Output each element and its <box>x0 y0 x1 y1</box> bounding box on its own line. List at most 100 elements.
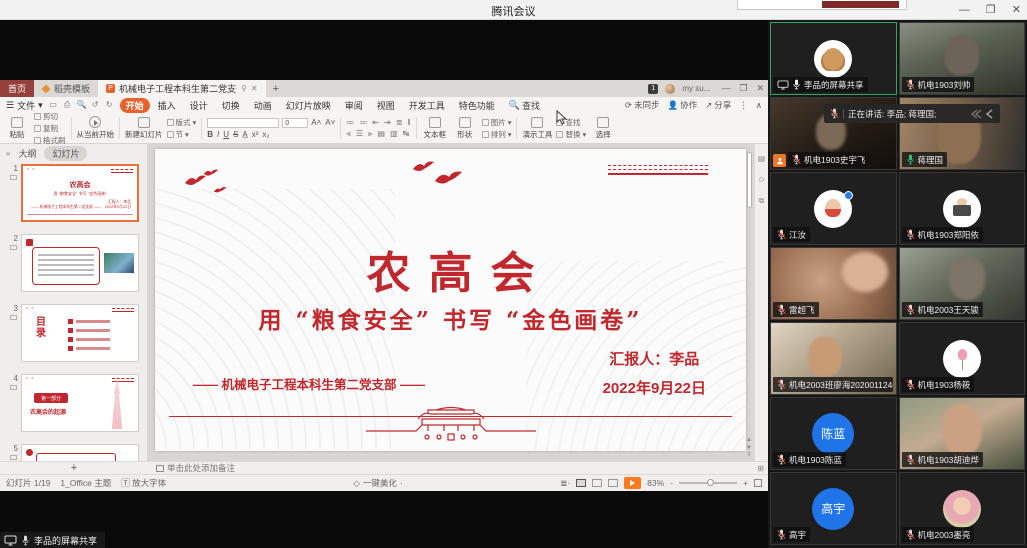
bold-button[interactable]: B <box>207 130 213 139</box>
menu-tab[interactable]: 视图 <box>371 98 401 113</box>
slide-title[interactable]: 农高会 <box>155 237 746 301</box>
participant-tile[interactable]: 机电1903杨筱 <box>898 322 1025 395</box>
add-slide-button[interactable]: + <box>0 462 148 474</box>
align-right-icon[interactable]: ⫸ <box>368 129 373 139</box>
present-tools-button[interactable]: 演示工具 <box>522 114 552 142</box>
collapse-panel-icon[interactable]: « <box>6 149 10 158</box>
superscript-icon[interactable]: x² <box>252 130 259 139</box>
properties-icon[interactable]: ▤ <box>758 154 766 163</box>
new-slide-button[interactable]: 新建幻灯片 <box>125 114 163 142</box>
theme-name[interactable]: 1_Office 主题 <box>60 477 111 489</box>
slide-subtitle[interactable]: 用 “粮食安全” 书写 “金色画卷” <box>155 301 746 335</box>
back-arrow-icon[interactable] <box>984 108 994 119</box>
participant-tile[interactable]: 机电1903刘帅 <box>898 22 1025 95</box>
share-button[interactable]: ↗ 分享 <box>705 99 731 111</box>
arrange-button[interactable]: 排列 ▾ <box>481 129 511 140</box>
zoom-percent[interactable]: 83% <box>647 478 664 488</box>
wps-minimize-button[interactable]: — <box>721 83 730 94</box>
indent-less-icon[interactable]: ⇤ <box>372 118 379 127</box>
italic-button[interactable]: I <box>217 130 219 139</box>
align-center-icon[interactable]: ☰ <box>356 129 363 138</box>
tab-document[interactable]: P 机械电子工程本科生第二党支部 ⚲ ✕ <box>98 80 266 97</box>
notes-toggle-icon[interactable]: ≣· <box>560 478 570 489</box>
section-button[interactable]: 节 ▾ <box>166 129 197 140</box>
text-box-button[interactable]: 文本框 <box>422 114 448 142</box>
copy-button[interactable]: 复制 <box>34 123 66 134</box>
select-button[interactable]: 选择 <box>590 114 616 142</box>
preview-icon[interactable]: 🔍 <box>77 100 87 110</box>
slides-tab[interactable]: 幻灯片 <box>44 145 88 161</box>
number-list-icon[interactable]: ≕ <box>359 118 367 127</box>
redo-icon[interactable]: ↻ <box>105 100 114 110</box>
switch-arrow-icon[interactable] <box>970 108 982 119</box>
font-name-combo[interactable] <box>207 117 280 128</box>
line-spacing-icon[interactable]: ≣ <box>396 118 403 127</box>
animation-pane-icon[interactable]: ✩ <box>758 175 765 184</box>
find-menu[interactable]: 🔍 查找 <box>509 99 540 112</box>
layout-button[interactable]: 版式 ▾ <box>166 117 196 128</box>
menu-tab[interactable]: 幻灯片放映 <box>280 98 337 113</box>
sync-status[interactable]: ⟳ 未同步 <box>625 99 660 111</box>
close-button[interactable]: ✕ <box>1012 0 1021 20</box>
decrease-font-icon[interactable]: A˅ <box>325 118 335 127</box>
slide-thumbnail[interactable] <box>21 234 139 292</box>
slide-thumbnail[interactable] <box>21 444 139 461</box>
slide-organization[interactable]: —— 机械电子工程本科生第二党支部 —— <box>193 374 425 393</box>
undo-icon[interactable]: ↺ <box>91 100 100 110</box>
participant-tile[interactable]: 江汝 <box>770 172 897 245</box>
menu-tab[interactable]: 插入 <box>152 98 182 113</box>
menu-tab[interactable]: 设计 <box>184 98 214 113</box>
participant-tile[interactable]: 机电2003班廖海2020011246 <box>770 322 897 395</box>
fit-slide-icon[interactable] <box>754 479 762 487</box>
participant-tile[interactable]: 机电1903郑阳依 <box>898 172 1025 245</box>
maximize-button[interactable]: ❐ <box>986 0 996 20</box>
distribute-icon[interactable]: ▥ <box>390 129 398 138</box>
wps-user-avatar[interactable] <box>665 83 676 94</box>
participant-tile[interactable]: 陈蓝 机电1903陈蓝 <box>770 397 897 470</box>
menu-tab[interactable]: 审阅 <box>339 98 369 113</box>
participant-tile[interactable]: 李品的屏幕共享 <box>770 22 897 95</box>
participant-tile[interactable]: 高宇 高宇 <box>770 472 897 545</box>
bullet-list-icon[interactable]: ≔ <box>346 118 354 127</box>
strikethrough-button[interactable]: S <box>233 130 238 139</box>
canvas-scrollbar-thumb[interactable] <box>747 152 752 208</box>
canvas-nav-arrows[interactable]: ▲ ▼ ⇕ <box>746 437 752 459</box>
reading-view-icon[interactable] <box>608 479 619 487</box>
menu-tab[interactable]: 切换 <box>216 98 246 113</box>
tab-home[interactable]: 首页 <box>0 80 35 97</box>
participant-tile[interactable]: 机电2003墨亮 <box>898 472 1025 545</box>
tab-close-icon[interactable]: ✕ <box>251 84 258 93</box>
slide-thumbnail[interactable]: ⌃⌃ 目录 <box>21 304 139 362</box>
paste-button[interactable]: 粘贴 <box>4 114 30 142</box>
slideshow-play-button[interactable] <box>624 477 642 489</box>
collaborate-button[interactable]: 👤 协作 <box>668 99 698 111</box>
slide-thumbnail[interactable]: ⌃⌃ 农高会用 “粮食安全” 书写 “金色画卷” —— 机械电子工程本科生第二党支部… <box>21 164 139 222</box>
wps-restore-button[interactable]: ❐ <box>739 83 747 94</box>
columns-icon[interactable]: ‖ <box>407 118 410 127</box>
zoom-slider-knob[interactable] <box>707 479 715 486</box>
message-badge[interactable]: 1 <box>648 83 659 94</box>
pin-icon[interactable]: ⚲ <box>241 84 247 93</box>
normal-view-icon[interactable] <box>576 479 587 487</box>
justify-icon[interactable]: ▤ <box>378 129 386 138</box>
align-left-icon[interactable]: ⫷ <box>346 129 351 139</box>
save-icon[interactable]: ▭ <box>49 100 58 110</box>
slide-presenter-block[interactable]: 汇报人：李品 2022年9月22日 <box>603 346 706 403</box>
zoom-out-button[interactable]: - <box>670 478 673 488</box>
subscript-icon[interactable]: x₂ <box>262 130 269 139</box>
menu-tab[interactable]: 特色功能 <box>453 98 501 113</box>
tab-template-store[interactable]: 稻壳模板 <box>34 80 98 97</box>
play-from-current-button[interactable]: 从当前开始 <box>77 114 114 142</box>
increase-font-icon[interactable]: A˄ <box>311 118 321 127</box>
new-tab-button[interactable]: + <box>266 80 286 97</box>
participant-tile[interactable]: 机电1903胡迪烨 <box>898 397 1025 470</box>
underline-button[interactable]: U <box>223 130 229 139</box>
text-direction-icon[interactable]: ↹ <box>403 129 410 138</box>
slide-sorter-view-icon[interactable] <box>592 479 603 487</box>
zoom-slider[interactable] <box>679 479 738 486</box>
more-menu-icon[interactable]: ⋮ <box>739 100 748 111</box>
font-color-icon[interactable]: A̲ <box>242 130 247 139</box>
beautify-button[interactable]: ◇ 一键美化 · <box>353 477 402 489</box>
notes-placeholder[interactable]: 单击此处添加备注 <box>148 462 235 474</box>
shape-button[interactable]: 形状 <box>452 114 478 142</box>
